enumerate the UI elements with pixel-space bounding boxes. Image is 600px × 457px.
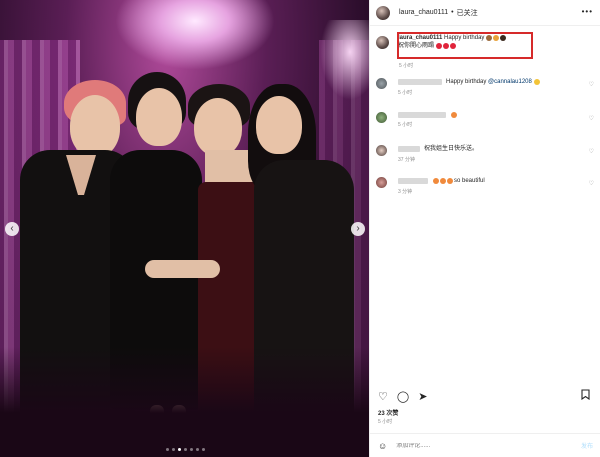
- carousel-dots: [166, 448, 205, 451]
- avatar[interactable]: [376, 36, 389, 49]
- carousel-dot: [190, 448, 193, 451]
- comment-item: 5 小时 ♡: [376, 112, 598, 128]
- blurred-username: [398, 146, 420, 152]
- post-header: laura_chau0111 • 已关注 •••: [370, 0, 600, 26]
- comment-time: 3 分钟: [398, 189, 413, 195]
- carousel-dot: [166, 448, 169, 451]
- comment-icon[interactable]: ◯: [397, 390, 409, 403]
- caption-highlight-box: [397, 32, 533, 59]
- avatar[interactable]: [376, 145, 387, 156]
- bookmark-icon[interactable]: [581, 389, 590, 403]
- comment-item: Happy birthday @cannalau1208 5 小时 ♡: [376, 78, 598, 96]
- avatar[interactable]: [376, 5, 390, 20]
- blurred-username: [398, 178, 428, 184]
- avatar[interactable]: [376, 177, 387, 188]
- chevron-left-icon[interactable]: ‹: [5, 222, 19, 236]
- comment-composer: ☺ 发布: [370, 433, 600, 457]
- heart-icon[interactable]: ♡: [378, 390, 388, 403]
- comment-time: 37 分钟: [398, 157, 415, 163]
- comment-text: so beautiful: [454, 178, 485, 184]
- share-icon[interactable]: ➤: [418, 390, 427, 403]
- blurred-username: [398, 112, 446, 118]
- comment-item: 祝我姐生日快乐送。 37 分钟 ♡: [376, 145, 598, 163]
- chandelier-small: [320, 20, 369, 100]
- comment-like-icon[interactable]: ♡: [589, 180, 594, 187]
- caption-time: 5 小时: [399, 63, 414, 69]
- chevron-right-icon[interactable]: ›: [351, 222, 365, 236]
- carousel-dot: [202, 448, 205, 451]
- post-comment-button[interactable]: 发布: [581, 441, 593, 450]
- comment-text: 祝我姐生日快乐送。: [424, 146, 479, 152]
- post-time: 5 小时: [378, 419, 393, 425]
- heart-eyes-emoji-icon: [440, 178, 446, 184]
- avatar[interactable]: [376, 112, 387, 123]
- comment-item: so beautiful 3 分钟 ♡: [376, 177, 598, 195]
- comment-mention[interactable]: @cannalau1208: [488, 78, 532, 86]
- carousel-dot: [184, 448, 187, 451]
- post-photo[interactable]: ‹ ›: [0, 0, 369, 457]
- separator-dot: •: [451, 9, 454, 16]
- comment-like-icon[interactable]: ♡: [589, 81, 594, 88]
- photo-floor: [0, 347, 369, 457]
- smile-emoji-icon: [533, 79, 540, 85]
- comment-like-icon[interactable]: ♡: [589, 115, 594, 122]
- emoji-icon[interactable]: ☺: [378, 441, 387, 451]
- heart-eyes-emoji-icon: [451, 112, 457, 118]
- avatar[interactable]: [376, 78, 387, 89]
- heart-eyes-emoji-icon: [433, 178, 439, 184]
- comment-time: 5 小时: [398, 90, 413, 96]
- header-username[interactable]: laura_chau0111: [399, 9, 448, 16]
- heart-eyes-emoji-icon: [447, 178, 453, 184]
- like-count[interactable]: 23 次赞: [378, 408, 398, 417]
- post-side-panel: laura_chau0111 • 已关注 ••• laura_chau0111 …: [369, 0, 600, 457]
- follow-status-button[interactable]: 已关注: [457, 8, 478, 18]
- post-actions: ♡ ◯ ➤: [378, 390, 427, 403]
- more-icon[interactable]: •••: [582, 7, 593, 16]
- comment-like-icon[interactable]: ♡: [589, 148, 594, 155]
- post-caption: laura_chau0111 Happy birthday 祝你開心雨蹋: [376, 32, 598, 59]
- comment-time: 5 小时: [398, 122, 413, 128]
- chandelier: [115, 0, 275, 70]
- blurred-username: [398, 79, 442, 85]
- carousel-dot-active: [178, 448, 181, 451]
- comment-text: Happy birthday: [446, 79, 487, 85]
- comment-input[interactable]: [396, 442, 557, 449]
- carousel-dot: [172, 448, 175, 451]
- carousel-dot: [196, 448, 199, 451]
